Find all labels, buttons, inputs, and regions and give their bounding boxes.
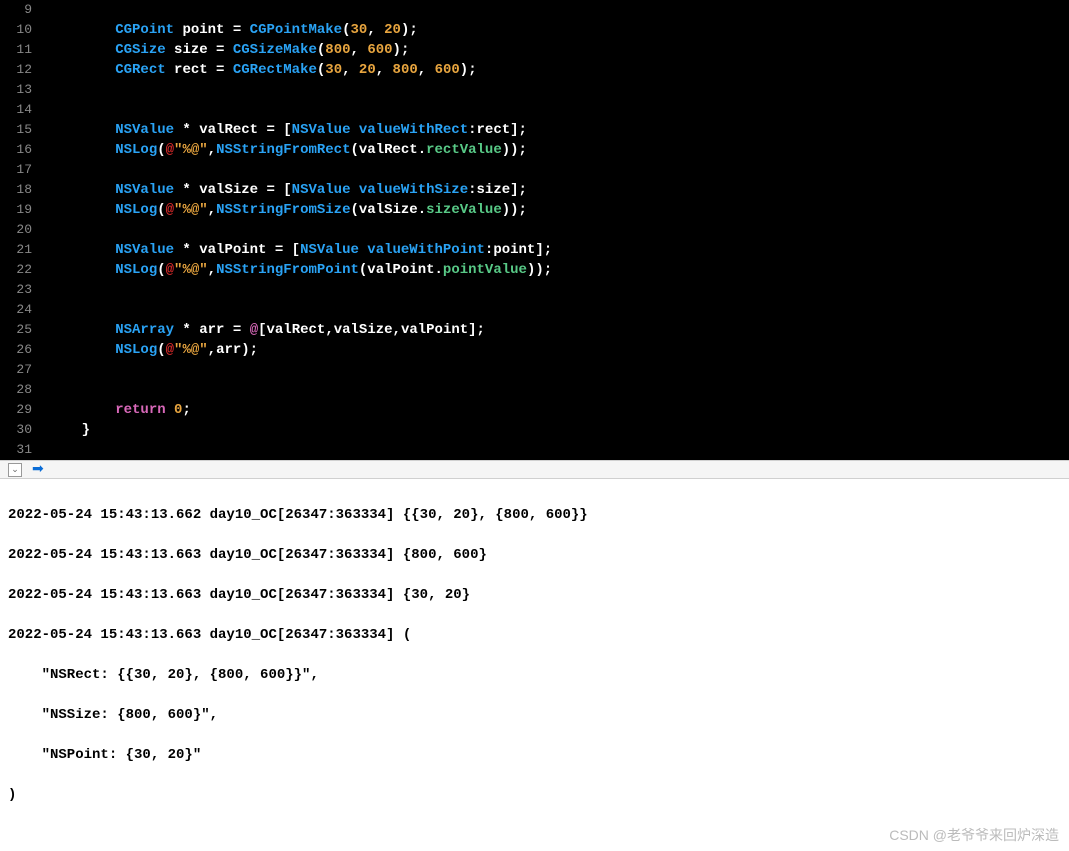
line-number: 16 [0,140,32,160]
code-line[interactable] [48,80,1069,100]
line-number: 15 [0,120,32,140]
line-number: 23 [0,280,32,300]
code-line[interactable]: NSLog(@"%@",NSStringFromSize(valSize.siz… [48,200,1069,220]
code-line[interactable] [48,440,1069,460]
console-line: "NSPoint: {30, 20}" [8,745,1061,765]
line-number: 20 [0,220,32,240]
line-number: 21 [0,240,32,260]
line-number: 13 [0,80,32,100]
code-line[interactable]: return 0; [48,400,1069,420]
line-number: 19 [0,200,32,220]
continue-icon[interactable]: ➡ [32,461,44,478]
line-number: 30 [0,420,32,440]
line-gutter: 9 10 11 12 13 14 15 16 17 18 19 20 21 22… [0,0,40,460]
line-number: 24 [0,300,32,320]
code-line[interactable]: NSArray * arr = @[valRect,valSize,valPoi… [48,320,1069,340]
console-line: 2022-05-24 15:43:13.662 day10_OC[26347:3… [8,505,1061,525]
debug-toolbar: ⌄ ➡ [0,460,1069,479]
code-line[interactable] [48,220,1069,240]
code-line[interactable]: CGSize size = CGSizeMake(800, 600); [48,40,1069,60]
code-line[interactable]: NSLog(@"%@",arr); [48,340,1069,360]
code-line[interactable] [48,300,1069,320]
code-editor[interactable]: 9 10 11 12 13 14 15 16 17 18 19 20 21 22… [0,0,1069,460]
console-line: "NSRect: {{30, 20}, {800, 600}}", [8,665,1061,685]
line-number: 17 [0,160,32,180]
line-number: 10 [0,20,32,40]
code-content[interactable]: CGPoint point = CGPointMake(30, 20); CGS… [40,0,1069,460]
console-line: ) [8,785,1061,805]
line-number: 25 [0,320,32,340]
line-number: 26 [0,340,32,360]
code-line[interactable]: CGPoint point = CGPointMake(30, 20); [48,20,1069,40]
console-line: 2022-05-24 15:43:13.663 day10_OC[26347:3… [8,585,1061,605]
code-line[interactable] [48,280,1069,300]
code-line[interactable] [48,360,1069,380]
line-number: 22 [0,260,32,280]
code-line[interactable]: NSLog(@"%@",NSStringFromPoint(valPoint.p… [48,260,1069,280]
watermark: CSDN @老爷爷来回炉深造 [889,825,1059,845]
line-number: 12 [0,60,32,80]
expand-icon[interactable]: ⌄ [8,463,22,477]
code-line[interactable]: CGRect rect = CGRectMake(30, 20, 800, 60… [48,60,1069,80]
line-number: 11 [0,40,32,60]
line-number: 14 [0,100,32,120]
code-line[interactable] [48,380,1069,400]
code-line[interactable]: } [48,420,1069,440]
code-line[interactable]: NSValue * valSize = [NSValue valueWithSi… [48,180,1069,200]
code-line[interactable]: NSValue * valRect = [NSValue valueWithRe… [48,120,1069,140]
code-line[interactable]: NSValue * valPoint = [NSValue valueWithP… [48,240,1069,260]
code-line[interactable] [48,0,1069,20]
console-line: "NSSize: {800, 600}", [8,705,1061,725]
line-number: 31 [0,440,32,460]
debug-console[interactable]: 2022-05-24 15:43:13.662 day10_OC[26347:3… [0,479,1069,851]
console-line: 2022-05-24 15:43:13.663 day10_OC[26347:3… [8,625,1061,645]
code-line[interactable] [48,160,1069,180]
line-number: 18 [0,180,32,200]
console-line: 2022-05-24 15:43:13.663 day10_OC[26347:3… [8,545,1061,565]
code-line[interactable]: NSLog(@"%@",NSStringFromRect(valRect.rec… [48,140,1069,160]
line-number: 27 [0,360,32,380]
line-number: 28 [0,380,32,400]
line-number: 9 [0,0,32,20]
code-line[interactable] [48,100,1069,120]
line-number: 29 [0,400,32,420]
